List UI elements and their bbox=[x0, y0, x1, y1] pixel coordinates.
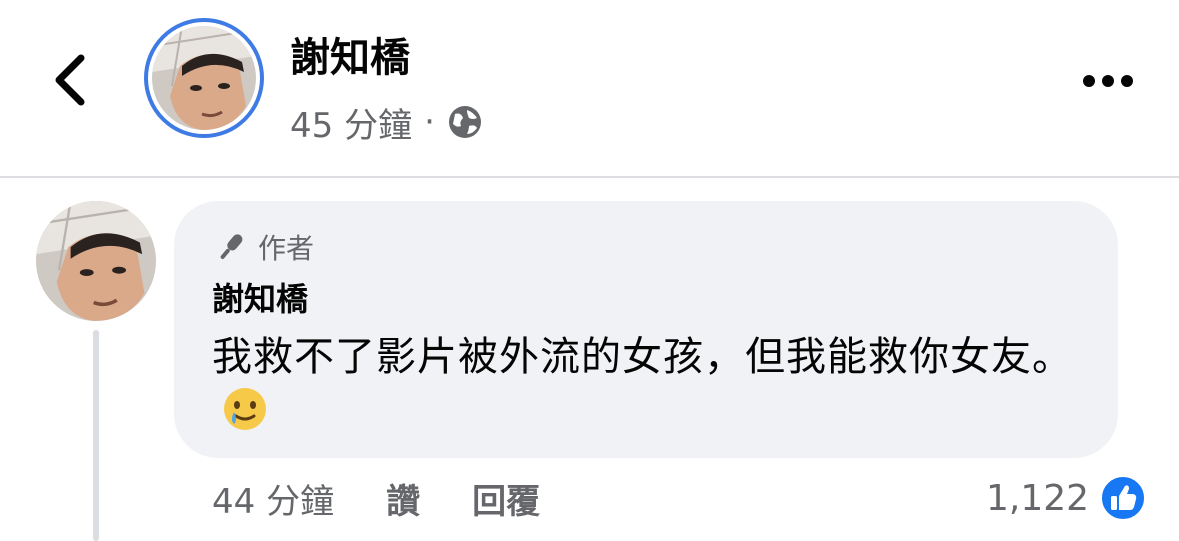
author-badge-label: 作者 bbox=[258, 232, 315, 265]
post-header: 謝知橋 45 分鐘 · bbox=[0, 0, 1179, 176]
reaction-summary[interactable]: 1,122 bbox=[986, 472, 1147, 524]
comment-body: 我救不了影片被外流的女孩，但我能救你女友。 bbox=[212, 334, 1073, 380]
post-meta: 45 分鐘 · bbox=[290, 96, 483, 148]
reply-thread-line bbox=[93, 330, 99, 541]
header-divider bbox=[0, 176, 1179, 178]
ellipsis-icon bbox=[1083, 75, 1133, 87]
commenter-avatar[interactable] bbox=[36, 201, 156, 321]
reaction-count: 1,122 bbox=[986, 477, 1090, 519]
post-time: 45 分鐘 bbox=[290, 105, 413, 146]
comment-actions: 44 分鐘 讚 回覆 bbox=[212, 472, 540, 524]
commenter-name[interactable]: 謝知橋 bbox=[212, 277, 308, 321]
more-options-button[interactable] bbox=[1080, 64, 1136, 98]
poster-name[interactable]: 謝知橋 bbox=[290, 30, 410, 86]
reply-button[interactable]: 回覆 bbox=[472, 474, 540, 523]
like-thumb-icon bbox=[1100, 475, 1147, 521]
back-button[interactable] bbox=[44, 52, 96, 108]
like-button[interactable]: 讚 bbox=[386, 474, 420, 523]
author-badge: 作者 bbox=[214, 227, 314, 267]
meta-separator: · bbox=[424, 102, 435, 142]
comment-text: 我救不了影片被外流的女孩，但我能救你女友。 bbox=[212, 331, 1092, 445]
comment-view-screen: 謝知橋 45 分鐘 · 作者 謝知橋 我救不了影片被外流的女孩，但我能救你女友。… bbox=[0, 0, 1179, 541]
comment-bubble[interactable]: 作者 謝知橋 我救不了影片被外流的女孩，但我能救你女友。 bbox=[174, 201, 1118, 458]
comment-time: 44 分鐘 bbox=[212, 481, 335, 522]
microphone-icon bbox=[220, 234, 243, 259]
smiling-face-with-tear-icon bbox=[222, 386, 268, 445]
chevron-left-icon bbox=[55, 54, 85, 106]
globe-icon bbox=[448, 106, 481, 138]
avatar-image bbox=[152, 26, 256, 130]
poster-avatar[interactable] bbox=[144, 18, 264, 138]
